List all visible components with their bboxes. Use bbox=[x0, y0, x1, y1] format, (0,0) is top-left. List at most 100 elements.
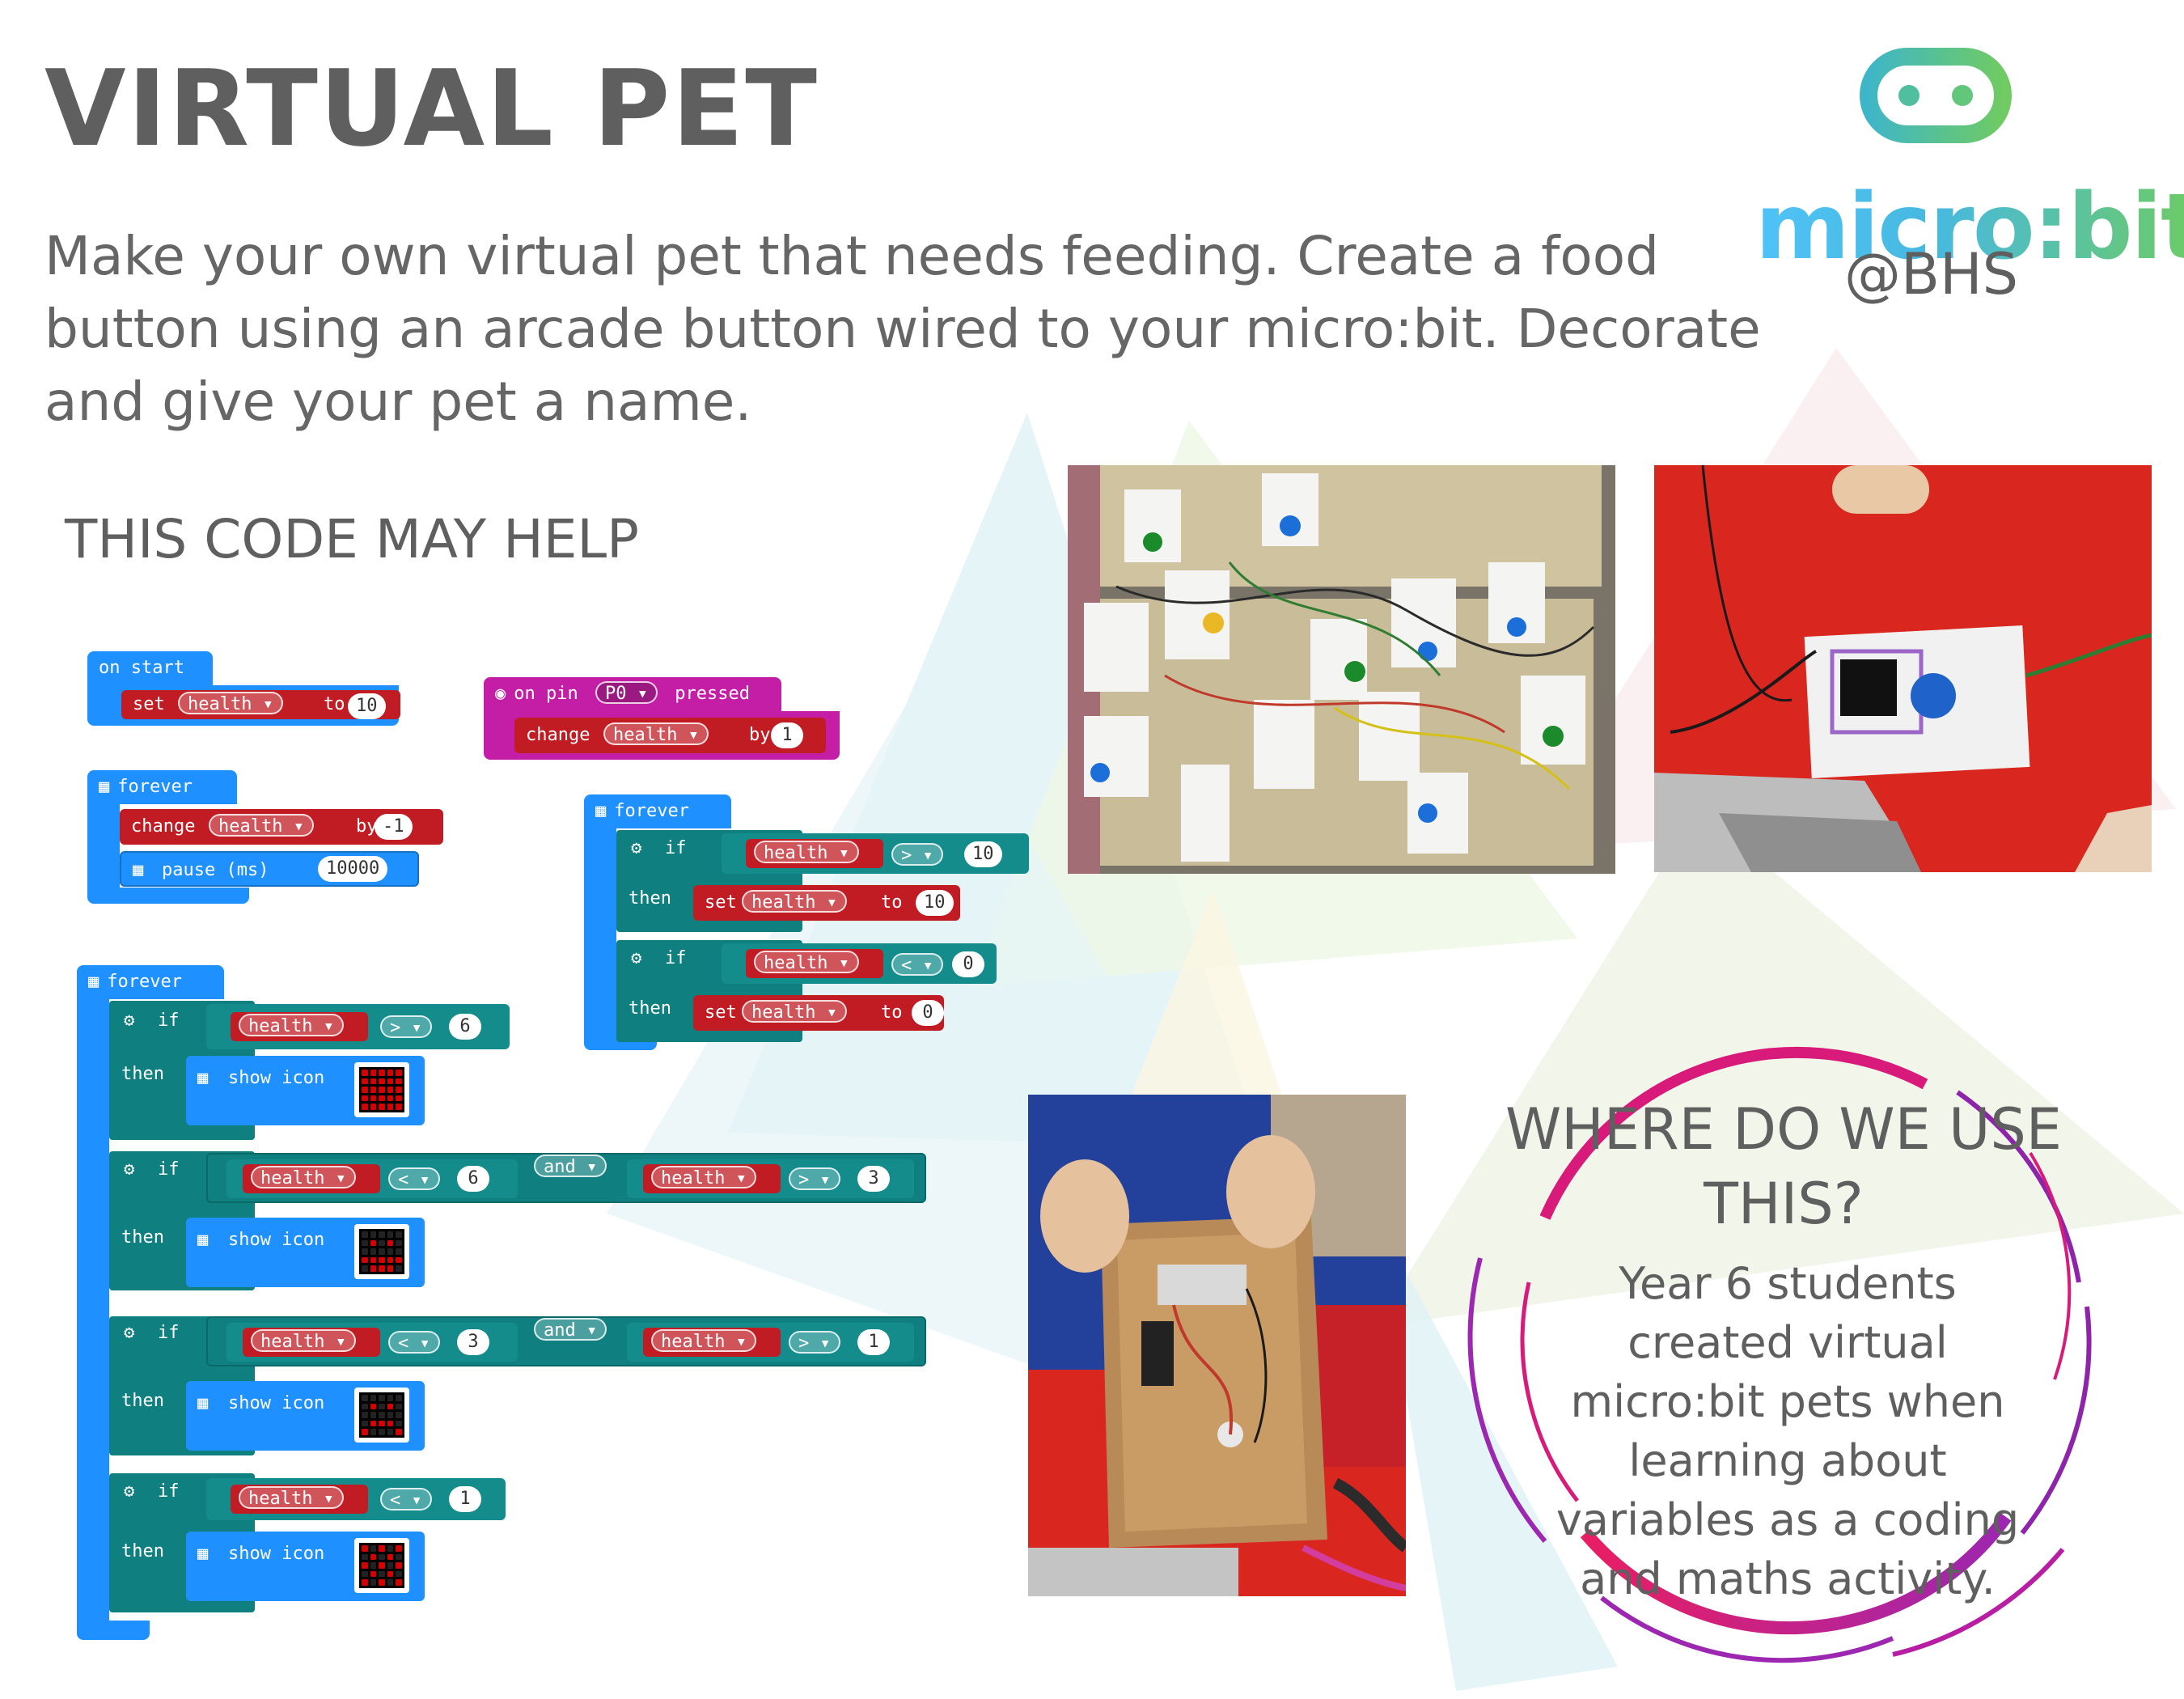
health-variable-dropdown[interactable]: health ▾ bbox=[251, 1166, 356, 1188]
operator-dropdown[interactable]: > ▾ bbox=[789, 1331, 840, 1354]
led-pixel bbox=[370, 1087, 377, 1093]
led-icon-picker[interactable] bbox=[354, 1538, 409, 1593]
and-dropdown[interactable]: and ▾ bbox=[534, 1155, 607, 1177]
on-start-value[interactable]: 10 bbox=[348, 693, 386, 719]
led-icon-picker[interactable] bbox=[354, 1062, 409, 1117]
health-variable-reporter[interactable]: health ▾ bbox=[746, 949, 883, 978]
intro-paragraph: Make your own virtual pet that needs fee… bbox=[44, 225, 1761, 433]
code-help-heading: THIS CODE MAY HELP bbox=[65, 508, 639, 570]
operator-dropdown[interactable]: < ▾ bbox=[380, 1488, 432, 1510]
led-pixel bbox=[396, 1239, 402, 1247]
set-health-block[interactable]: set health ▾ to bbox=[693, 995, 944, 1031]
health-variable-reporter[interactable]: health ▾ bbox=[231, 1012, 368, 1041]
health-variable-reporter[interactable]: health ▾ bbox=[243, 1328, 380, 1357]
health-variable-dropdown[interactable]: health ▾ bbox=[178, 692, 283, 714]
compare-value[interactable]: 3 bbox=[857, 1166, 890, 1192]
forever-hat: ▦ forever bbox=[77, 965, 224, 999]
set-value[interactable]: 0 bbox=[912, 1000, 944, 1026]
grid-icon: ▦ bbox=[197, 1393, 209, 1413]
compare-value[interactable]: 6 bbox=[457, 1166, 489, 1192]
led-pixel bbox=[396, 1553, 402, 1561]
forever-label: forever bbox=[107, 972, 182, 992]
led-pixel bbox=[387, 1420, 394, 1427]
led-pixel bbox=[370, 1429, 377, 1435]
on-pin-change-value[interactable]: 1 bbox=[771, 722, 803, 748]
health-variable-reporter[interactable]: health ▾ bbox=[643, 1164, 781, 1193]
gear-icon: ⚙ bbox=[124, 1159, 135, 1180]
grid-icon: ▦ bbox=[197, 1230, 209, 1250]
on-start-hat: on start bbox=[87, 651, 213, 685]
pause-value[interactable]: 10000 bbox=[318, 856, 388, 882]
led-pixel bbox=[387, 1070, 394, 1076]
health-variable-dropdown[interactable]: health ▾ bbox=[651, 1166, 756, 1188]
health-variable-dropdown[interactable]: health ▾ bbox=[603, 722, 709, 745]
operator-dropdown[interactable]: > ▾ bbox=[380, 1015, 432, 1038]
health-variable-dropdown[interactable]: health ▾ bbox=[742, 890, 847, 913]
show-icon-label: show icon bbox=[228, 1544, 325, 1564]
health-variable-dropdown[interactable]: health ▾ bbox=[239, 1014, 344, 1036]
operator-dropdown[interactable]: < ▾ bbox=[388, 1167, 440, 1190]
led-pixel bbox=[379, 1095, 385, 1102]
grid-icon: ▦ bbox=[88, 972, 99, 992]
led-pixel bbox=[362, 1545, 368, 1552]
led-pixel bbox=[396, 1231, 402, 1238]
and-dropdown[interactable]: and ▾ bbox=[534, 1318, 607, 1341]
grid-icon: ▦ bbox=[197, 1068, 209, 1088]
led-pixel bbox=[362, 1265, 368, 1272]
led-pixel bbox=[370, 1579, 377, 1586]
led-pixel bbox=[379, 1545, 385, 1552]
compare-value[interactable]: 6 bbox=[449, 1014, 481, 1040]
operator-dropdown[interactable]: > ▾ bbox=[891, 843, 943, 866]
health-variable-reporter[interactable]: health ▾ bbox=[243, 1164, 380, 1193]
led-icon-picker[interactable] bbox=[354, 1388, 409, 1443]
compare-value[interactable]: 3 bbox=[457, 1329, 489, 1355]
compare-value[interactable]: 0 bbox=[952, 951, 984, 977]
led-pixel bbox=[387, 1553, 394, 1561]
led-pixel bbox=[370, 1239, 377, 1247]
led-pixel bbox=[362, 1248, 368, 1255]
pressed-label: pressed bbox=[675, 684, 750, 704]
led-pixel bbox=[396, 1265, 402, 1272]
led-pixel bbox=[362, 1395, 368, 1401]
operator-dropdown[interactable]: < ▾ bbox=[891, 953, 943, 976]
health-variable-dropdown[interactable]: health ▾ bbox=[754, 951, 859, 973]
if-keyword: if bbox=[665, 948, 687, 968]
if-keyword: if bbox=[158, 1323, 180, 1343]
by-keyword: by bbox=[749, 725, 771, 745]
compare-value[interactable]: 1 bbox=[449, 1486, 481, 1512]
led-pixel bbox=[387, 1078, 394, 1085]
health-variable-reporter[interactable]: health ▾ bbox=[643, 1328, 781, 1357]
led-pixel bbox=[387, 1256, 394, 1264]
pin-dropdown[interactable]: P0 ▾ bbox=[595, 681, 658, 704]
health-variable-dropdown[interactable]: health ▾ bbox=[239, 1486, 344, 1509]
health-variable-dropdown[interactable]: health ▾ bbox=[754, 841, 859, 863]
led-pixel bbox=[370, 1553, 377, 1561]
health-variable-reporter[interactable]: health ▾ bbox=[746, 839, 883, 868]
grid-icon: ▦ bbox=[133, 860, 144, 880]
led-pixel bbox=[370, 1248, 377, 1255]
gear-icon: ⚙ bbox=[124, 1481, 135, 1502]
health-variable-reporter[interactable]: health ▾ bbox=[231, 1485, 368, 1514]
then-keyword: then bbox=[121, 1227, 164, 1248]
compare-value[interactable]: 10 bbox=[964, 841, 1002, 867]
on-start-label: on start bbox=[99, 658, 184, 678]
health-variable-dropdown[interactable]: health ▾ bbox=[651, 1329, 756, 1352]
led-pixel bbox=[362, 1562, 368, 1569]
operator-dropdown[interactable]: < ▾ bbox=[388, 1331, 440, 1354]
health-variable-dropdown[interactable]: health ▾ bbox=[209, 814, 314, 837]
callout-circle: WHERE DO WE USE THIS? Year 6 students cr… bbox=[1440, 1015, 2127, 1679]
led-pixel bbox=[396, 1256, 402, 1264]
to-keyword: to bbox=[324, 694, 345, 714]
health-variable-dropdown[interactable]: health ▾ bbox=[251, 1329, 356, 1352]
callout-text: Year 6 students created virtual micro:bi… bbox=[1555, 1258, 2020, 1604]
led-pixel bbox=[370, 1265, 377, 1272]
health-variable-dropdown[interactable]: health ▾ bbox=[742, 1000, 847, 1023]
operator-dropdown[interactable]: > ▾ bbox=[789, 1167, 840, 1190]
led-icon-picker[interactable] bbox=[354, 1224, 409, 1279]
set-value[interactable]: 10 bbox=[916, 890, 954, 916]
compare-value[interactable]: 1 bbox=[857, 1329, 890, 1355]
led-pixel bbox=[379, 1078, 385, 1085]
change-value[interactable]: -1 bbox=[375, 814, 413, 840]
led-grid-low bbox=[359, 1392, 404, 1438]
led-pixel bbox=[370, 1231, 377, 1238]
